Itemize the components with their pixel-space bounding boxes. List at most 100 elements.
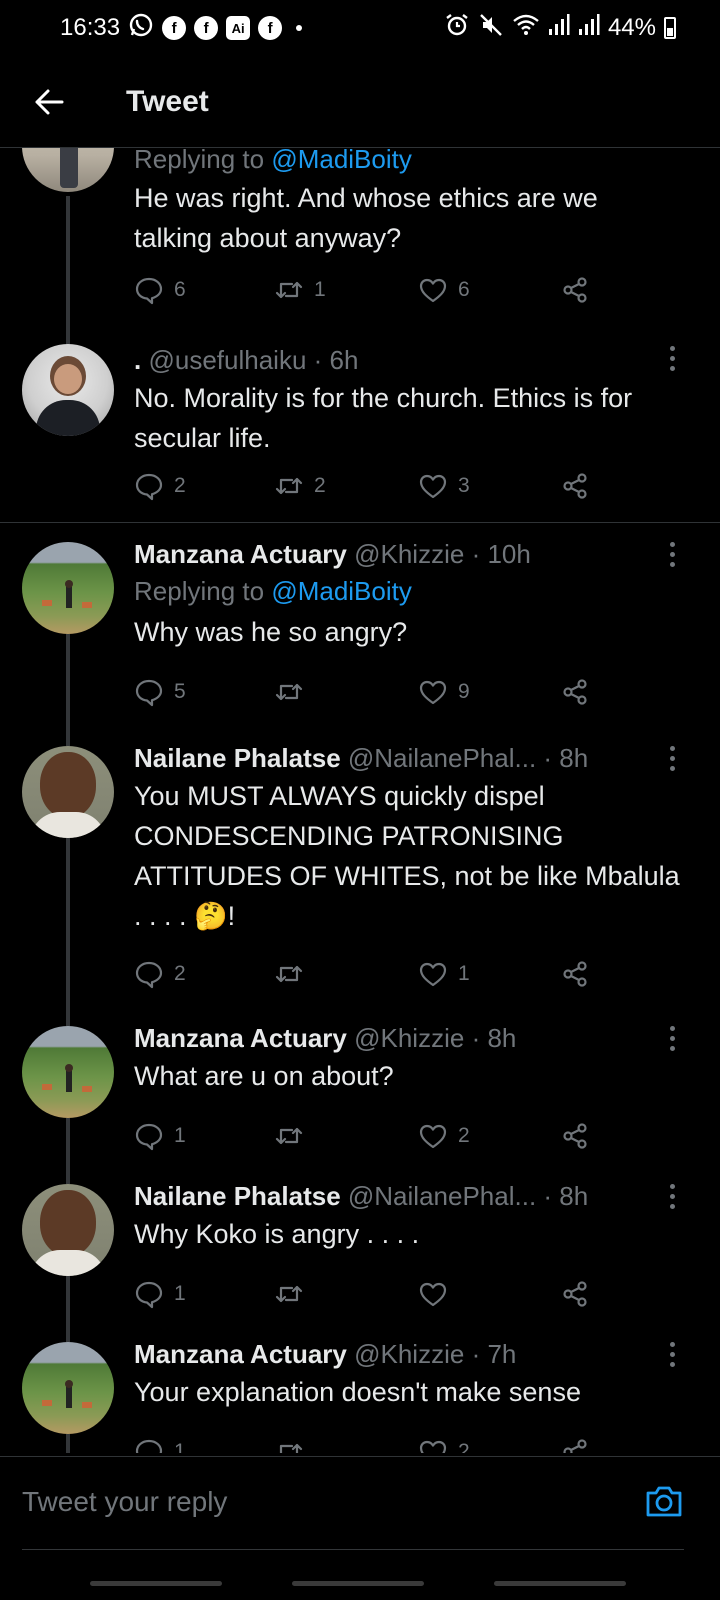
tweet-actions: 5 9 xyxy=(134,674,604,710)
display-name[interactable]: Manzana Actuary xyxy=(134,1023,347,1053)
timestamp: · 8h xyxy=(471,1023,517,1053)
retweet-button[interactable] xyxy=(274,1434,314,1453)
more-options-icon[interactable] xyxy=(668,1342,676,1367)
tweet-actions: 2 1 xyxy=(134,956,604,992)
share-button[interactable] xyxy=(560,956,590,992)
display-name[interactable]: Nailane Phalatse xyxy=(134,1181,341,1211)
retweet-icon xyxy=(279,1443,303,1453)
reply-icon xyxy=(135,277,163,305)
thread-line xyxy=(66,1118,70,1184)
retweet-button[interactable] xyxy=(274,956,314,992)
share-button[interactable] xyxy=(560,1276,590,1312)
wifi-icon xyxy=(512,12,540,45)
tweet[interactable]: Nailane Phalatse @NailanePhal... · 8h Wh… xyxy=(0,1181,720,1342)
retweet-icon xyxy=(275,281,303,299)
avatar[interactable] xyxy=(22,1026,114,1118)
reply-count: 1 xyxy=(174,1440,186,1453)
retweet-icon xyxy=(275,683,303,701)
nav-back-button[interactable] xyxy=(494,1581,626,1586)
share-button[interactable] xyxy=(560,468,590,504)
camera-button[interactable] xyxy=(644,1481,684,1521)
mention-link[interactable]: @MadiBoity xyxy=(271,148,412,174)
reply-button[interactable]: 1 xyxy=(134,1276,186,1312)
reply-icon xyxy=(135,961,163,989)
timestamp: · 10h xyxy=(471,539,531,569)
heart-icon xyxy=(419,680,447,705)
tweet[interactable]: Replying to @MadiBoity He was right. And… xyxy=(0,148,720,370)
like-button[interactable]: 1 xyxy=(418,956,470,992)
more-options-icon[interactable] xyxy=(668,1184,676,1209)
reply-button[interactable]: 1 xyxy=(134,1434,186,1453)
avatar[interactable] xyxy=(22,746,114,838)
heart-icon xyxy=(419,474,447,499)
reply-button[interactable]: 2 xyxy=(134,956,186,992)
more-options-icon[interactable] xyxy=(668,746,676,771)
tweet-meta: Manzana Actuary @Khizzie · 7h xyxy=(134,1336,680,1372)
reply-button[interactable]: 1 xyxy=(134,1118,186,1154)
handle[interactable]: @usefulhaiku xyxy=(148,345,306,375)
like-button[interactable]: 6 xyxy=(418,272,470,308)
share-button[interactable] xyxy=(560,674,590,710)
display-name[interactable]: . xyxy=(134,345,141,375)
replying-to: Replying to @MadiBoity xyxy=(134,148,680,178)
reply-input[interactable] xyxy=(0,1457,720,1547)
avatar[interactable] xyxy=(22,148,114,192)
back-button[interactable] xyxy=(0,56,98,148)
avatar[interactable] xyxy=(22,542,114,634)
more-options-icon[interactable] xyxy=(668,542,676,567)
handle[interactable]: @NailanePhal... xyxy=(348,1181,536,1211)
retweet-button[interactable] xyxy=(274,1118,314,1154)
tweet[interactable]: . @usefulhaiku · 6h No. Morality is for … xyxy=(0,342,720,522)
display-name[interactable]: Nailane Phalatse xyxy=(134,743,341,773)
like-count: 6 xyxy=(458,278,470,301)
mention-link[interactable]: @MadiBoity xyxy=(271,576,412,606)
reply-button[interactable]: 5 xyxy=(134,674,186,710)
heart-icon xyxy=(419,962,447,987)
like-count: 9 xyxy=(458,680,470,703)
retweet-button[interactable]: 2 xyxy=(274,468,326,504)
more-options-icon[interactable] xyxy=(668,346,676,371)
tweet[interactable]: Manzana Actuary @Khizzie · 8h What are u… xyxy=(0,1023,720,1184)
reply-icon xyxy=(135,679,163,707)
display-name[interactable]: Manzana Actuary xyxy=(134,1339,347,1369)
handle[interactable]: @NailanePhal... xyxy=(348,743,536,773)
tweet-text: What are u on about? xyxy=(134,1061,394,1091)
like-button[interactable]: 2 xyxy=(418,1118,470,1154)
reply-icon xyxy=(135,473,163,501)
avatar[interactable] xyxy=(22,1184,114,1276)
tweet[interactable]: Manzana Actuary @Khizzie · 10h Replying … xyxy=(0,539,720,742)
nav-recents-button[interactable] xyxy=(90,1581,222,1586)
reply-button[interactable]: 6 xyxy=(134,272,186,308)
page-title: Tweet xyxy=(126,84,209,118)
tweet[interactable]: Manzana Actuary @Khizzie · 7h Your expla… xyxy=(0,1339,720,1453)
reply-button[interactable]: 2 xyxy=(134,468,186,504)
retweet-button[interactable] xyxy=(274,1276,314,1312)
more-options-icon[interactable] xyxy=(668,1026,676,1051)
share-button[interactable] xyxy=(560,272,590,308)
reply-icon xyxy=(135,1123,163,1151)
retweet-button[interactable]: 1 xyxy=(274,272,326,308)
status-time: 16:33 xyxy=(60,14,121,41)
handle[interactable]: @Khizzie xyxy=(354,539,464,569)
tweet-actions: 1 2 xyxy=(134,1118,604,1154)
like-button[interactable]: 2 xyxy=(418,1434,470,1453)
reply-thread: Replying to @MadiBoity He was right. And… xyxy=(0,148,720,1453)
share-button[interactable] xyxy=(560,1118,590,1154)
nav-home-button[interactable] xyxy=(292,1581,424,1586)
replying-to: Replying to @MadiBoity xyxy=(134,572,680,610)
tweet[interactable]: Nailane Phalatse @NailanePhal... · 8h Yo… xyxy=(0,742,720,1026)
handle[interactable]: @Khizzie xyxy=(354,1023,464,1053)
handle[interactable]: @Khizzie xyxy=(354,1339,464,1369)
share-button[interactable] xyxy=(560,1434,590,1453)
divider xyxy=(22,1549,684,1550)
like-count: 1 xyxy=(458,962,470,985)
share-icon xyxy=(563,1123,587,1149)
like-button[interactable] xyxy=(418,1276,458,1312)
avatar[interactable] xyxy=(22,1342,114,1434)
avatar[interactable] xyxy=(22,344,114,436)
like-button[interactable]: 3 xyxy=(418,468,470,504)
retweet-button[interactable] xyxy=(274,674,314,710)
signal-icon xyxy=(548,13,570,44)
like-button[interactable]: 9 xyxy=(418,674,470,710)
display-name[interactable]: Manzana Actuary xyxy=(134,539,347,569)
